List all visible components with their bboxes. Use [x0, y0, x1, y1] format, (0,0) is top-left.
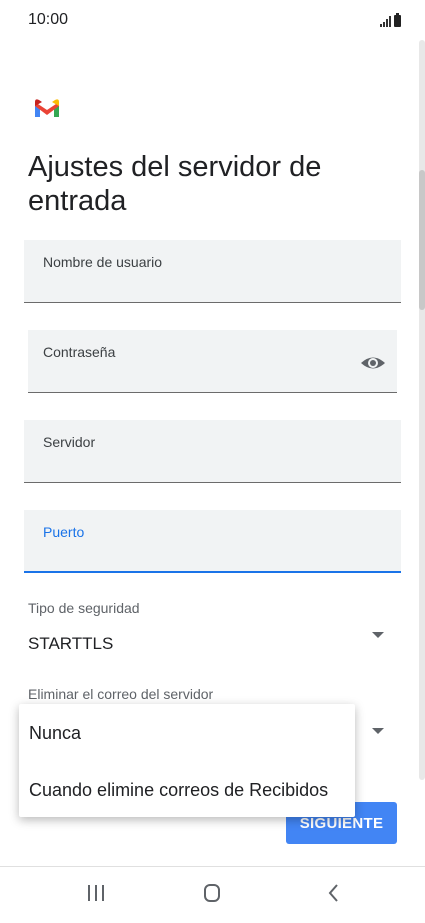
username-label: Nombre de usuario: [43, 254, 163, 270]
server-label: Servidor: [43, 434, 96, 450]
password-field[interactable]: Contraseña: [28, 330, 397, 393]
chevron-down-icon[interactable]: [372, 632, 384, 638]
signal-icon: [380, 15, 391, 27]
status-time: 10:00: [28, 11, 69, 28]
scrollbar-thumb[interactable]: [419, 170, 425, 310]
home-icon[interactable]: [204, 884, 220, 902]
page-title: Ajustes del servidor de entrada: [28, 151, 322, 217]
security-type-select[interactable]: STARTTLS: [28, 634, 113, 654]
port-field[interactable]: Puerto: [24, 510, 401, 573]
status-bar: 10:00: [0, 0, 425, 40]
recent-apps-icon[interactable]: [88, 885, 104, 901]
dropdown-option-never[interactable]: Nunca: [29, 723, 81, 744]
chevron-down-icon[interactable]: [372, 728, 384, 734]
gmail-logo-icon: [35, 99, 59, 117]
delete-from-server-label: Eliminar el correo del servidor: [28, 686, 214, 702]
dropdown-option-when-deleted[interactable]: Cuando elimine correos de Recibidos: [29, 780, 328, 801]
delete-option-dropdown: Nunca Cuando elimine correos de Recibido…: [19, 704, 355, 817]
navigation-bar: [0, 866, 425, 923]
status-icons: [380, 11, 401, 27]
server-field[interactable]: Servidor: [24, 420, 401, 483]
password-label: Contraseña: [43, 344, 116, 360]
port-label: Puerto: [43, 524, 85, 540]
eye-icon[interactable]: [360, 350, 386, 376]
back-icon[interactable]: [326, 882, 340, 904]
scrollbar-track[interactable]: [419, 40, 425, 780]
battery-icon: [394, 13, 401, 27]
security-type-label: Tipo de seguridad: [28, 600, 140, 616]
username-field[interactable]: Nombre de usuario: [24, 240, 401, 303]
